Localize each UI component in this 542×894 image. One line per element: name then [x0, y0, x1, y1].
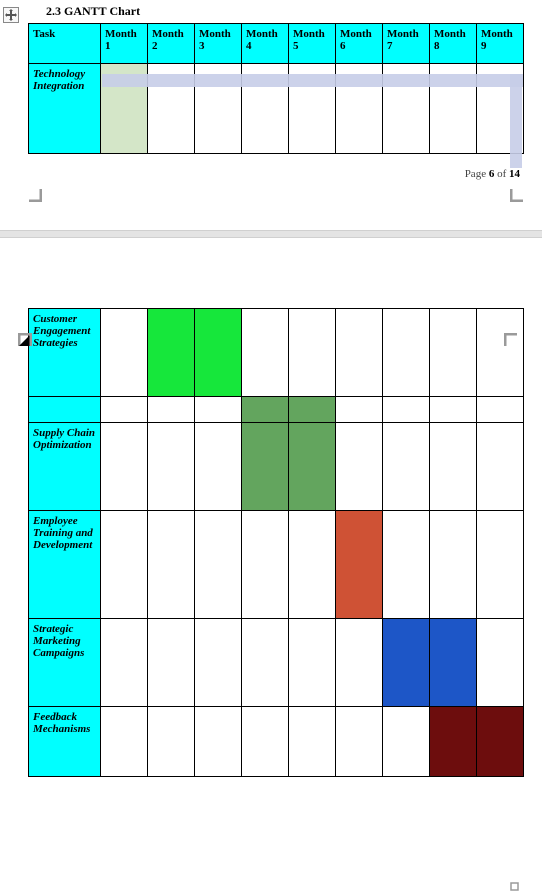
gantt-bar: [289, 423, 336, 511]
crop-mark-icon: [18, 333, 32, 347]
gantt-table-bottom: Customer Engagement Strategies Supply Ch…: [28, 308, 524, 777]
gantt-bar: [195, 309, 242, 397]
task-name: Employee Training and Development: [29, 511, 101, 619]
gantt-bar: [383, 619, 430, 707]
task-name: Supply Chain Optimization: [29, 423, 101, 511]
col-month-1: Month 1: [101, 24, 148, 64]
gantt-table-top: Task Month 1 Month 2 Month 3 Month 4 Mon…: [28, 23, 524, 154]
col-month-6: Month 6: [336, 24, 383, 64]
gantt-bar: [430, 619, 477, 707]
table-row: Strategic Marketing Campaigns: [29, 619, 524, 707]
col-month-2: Month 2: [148, 24, 195, 64]
task-name: Strategic Marketing Campaigns: [29, 619, 101, 707]
page-number: Page 6 of 14: [0, 168, 520, 180]
col-month-8: Month 8: [430, 24, 477, 64]
gantt-bar: [242, 423, 289, 511]
col-month-7: Month 7: [383, 24, 430, 64]
gantt-bar: [430, 707, 477, 777]
task-name: Customer Engagement Strategies: [29, 309, 101, 397]
resize-handle-icon[interactable]: [510, 882, 520, 892]
col-month-9: Month 9: [477, 24, 524, 64]
header-row: Task Month 1 Month 2 Month 3 Month 4 Mon…: [29, 24, 524, 64]
table-row: Supply Chain Optimization: [29, 423, 524, 511]
col-task: Task: [29, 24, 101, 64]
gantt-bar: [242, 397, 289, 423]
crop-mark-icon: [28, 188, 42, 202]
gantt-bar: [477, 707, 524, 777]
task-name: Feedback Mechanisms: [29, 707, 101, 777]
move-handle-icon[interactable]: [3, 7, 19, 23]
col-month-3: Month 3: [195, 24, 242, 64]
task-name: Technology Integration: [29, 64, 101, 154]
gantt-bar: [148, 309, 195, 397]
section-heading: 2.3 GANTT Chart: [46, 4, 542, 19]
table-row: [29, 397, 524, 423]
col-month-5: Month 5: [289, 24, 336, 64]
table-row: Feedback Mechanisms: [29, 707, 524, 777]
page-gap: [0, 230, 542, 238]
task-name: [29, 397, 101, 423]
crop-mark-icon: [510, 188, 524, 202]
gantt-bar: [101, 64, 148, 154]
table-row: Employee Training and Development: [29, 511, 524, 619]
table-row: Customer Engagement Strategies: [29, 309, 524, 397]
gantt-bar: [289, 397, 336, 423]
crop-mark-icon: [504, 333, 518, 347]
gantt-bar: [336, 511, 383, 619]
col-month-4: Month 4: [242, 24, 289, 64]
table-row: Technology Integration: [29, 64, 524, 154]
